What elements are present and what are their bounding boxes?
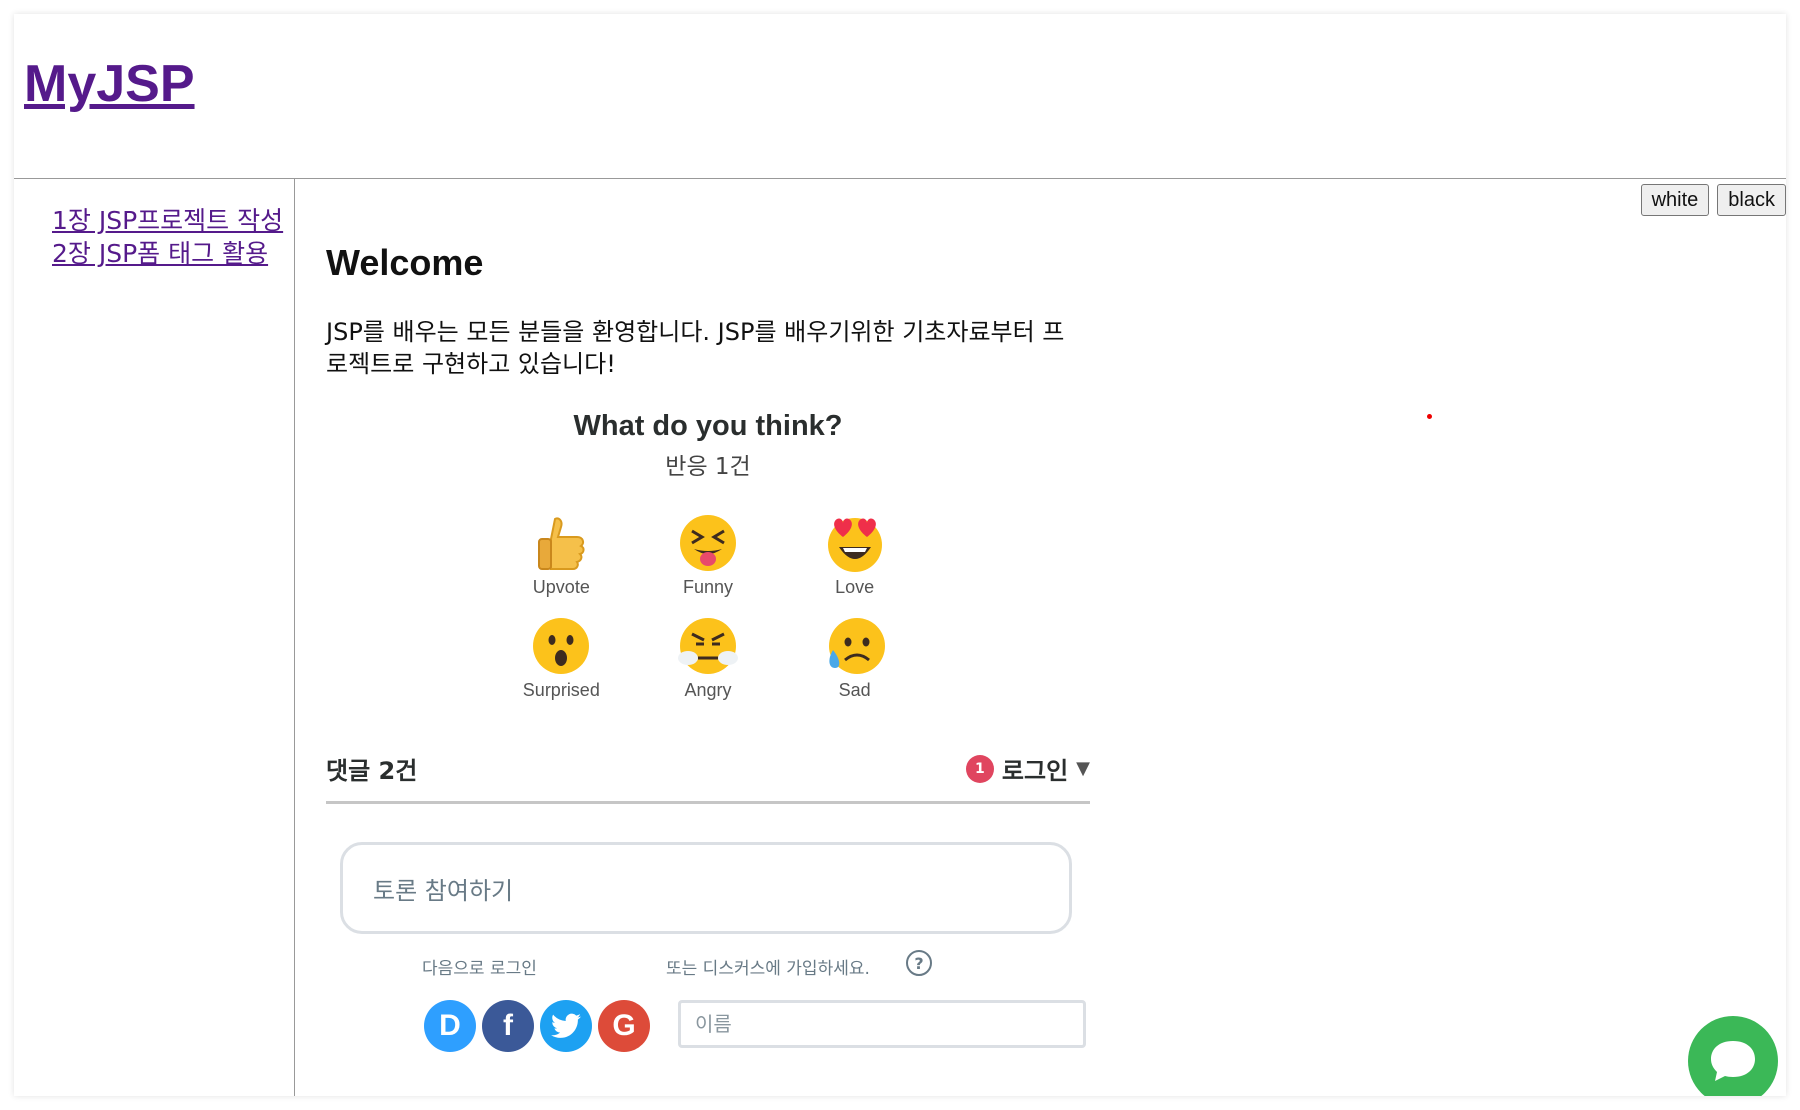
chat-bubble-icon (1711, 1041, 1755, 1081)
signup-label: 또는 디스커스에 가입하세요. (666, 959, 870, 979)
squinting-tongue-face-icon (679, 515, 736, 571)
cursor-dot (1427, 414, 1432, 419)
reaction-surprised[interactable]: Surprised (488, 614, 635, 701)
login-options: 다음으로 로그인 또는 디스커스에 가입하세요. ? D f G (326, 948, 1090, 1058)
sidebar-divider (294, 179, 295, 1096)
angry-steam-face-icon (677, 618, 738, 674)
twitter-bird-icon (551, 1013, 581, 1038)
intro-text: JSP를 배우는 모든 분들을 환영합니다. JSP를 배우기위한 기초자료부터… (326, 318, 1065, 378)
theme-switcher: white black (1640, 184, 1786, 216)
login-menu[interactable]: 1 로그인 ▼ (965, 751, 1090, 786)
disqus-login-icon[interactable]: D (424, 1000, 476, 1052)
theme-white-button[interactable]: white (1640, 184, 1710, 216)
reaction-love[interactable]: Love (781, 511, 928, 598)
help-icon[interactable]: ? (906, 950, 932, 976)
login-button[interactable]: 로그인 (1002, 751, 1068, 786)
twitter-login-icon[interactable] (540, 1000, 592, 1052)
header-divider (14, 178, 1786, 179)
theme-black-button[interactable]: black (1717, 184, 1786, 216)
discussion-placeholder: 토론 참여하기 (373, 876, 514, 905)
name-field[interactable] (678, 1000, 1086, 1048)
site-title-link[interactable]: MyJSP (24, 54, 195, 114)
reaction-label: Sad (838, 680, 871, 700)
reactions-count: 반응 1건 (665, 454, 751, 480)
reaction-label: Funny (682, 577, 733, 597)
reactions-grid: Upvote Funny Love Surprised Angry Sad (488, 511, 928, 701)
reaction-label: Upvote (532, 577, 590, 597)
reactions-title: What do you think? (573, 410, 843, 442)
page-title: Welcome (326, 242, 484, 283)
reaction-funny[interactable]: Funny (635, 511, 782, 598)
facebook-login-icon[interactable]: f (482, 1000, 534, 1052)
reaction-angry[interactable]: Angry (635, 614, 782, 701)
reaction-label: Surprised (522, 680, 600, 700)
login-with-label: 다음으로 로그인 (422, 959, 537, 979)
google-login-icon[interactable]: G (598, 1000, 650, 1052)
heart-eyes-face-icon (827, 518, 882, 572)
sad-tear-face-icon (828, 618, 885, 674)
notification-badge[interactable]: 1 (965, 754, 994, 783)
reaction-upvote[interactable]: Upvote (488, 511, 635, 598)
comments-count: 댓글 2건 (326, 757, 418, 785)
sidebar-nav: 1장 JSP프로젝트 작성 2장 JSP폼 태그 활용 (52, 204, 283, 270)
surprised-face-icon (533, 618, 590, 674)
disqus-widget: What do you think? 반응 1건 Upvote Funny Lo… (326, 404, 1090, 1058)
chat-widget-button[interactable] (1688, 1016, 1778, 1096)
sidebar-item-chapter-2[interactable]: 2장 JSP폼 태그 활용 (52, 237, 283, 270)
reaction-sad[interactable]: Sad (781, 614, 928, 701)
thumbs-up-icon (538, 517, 585, 570)
page-frame: MyJSP 1장 JSP프로젝트 작성 2장 JSP폼 태그 활용 white … (14, 14, 1786, 1096)
reaction-label: Love (835, 577, 875, 597)
discussion-input[interactable]: 토론 참여하기 (340, 842, 1072, 934)
comments-header: 댓글 2건 1 로그인 ▼ (326, 741, 1090, 804)
reaction-label: Angry (684, 680, 732, 700)
chevron-down-icon[interactable]: ▼ (1076, 758, 1090, 779)
social-login-icons: D f G (424, 1000, 650, 1052)
sidebar-item-chapter-1[interactable]: 1장 JSP프로젝트 작성 (52, 204, 283, 237)
